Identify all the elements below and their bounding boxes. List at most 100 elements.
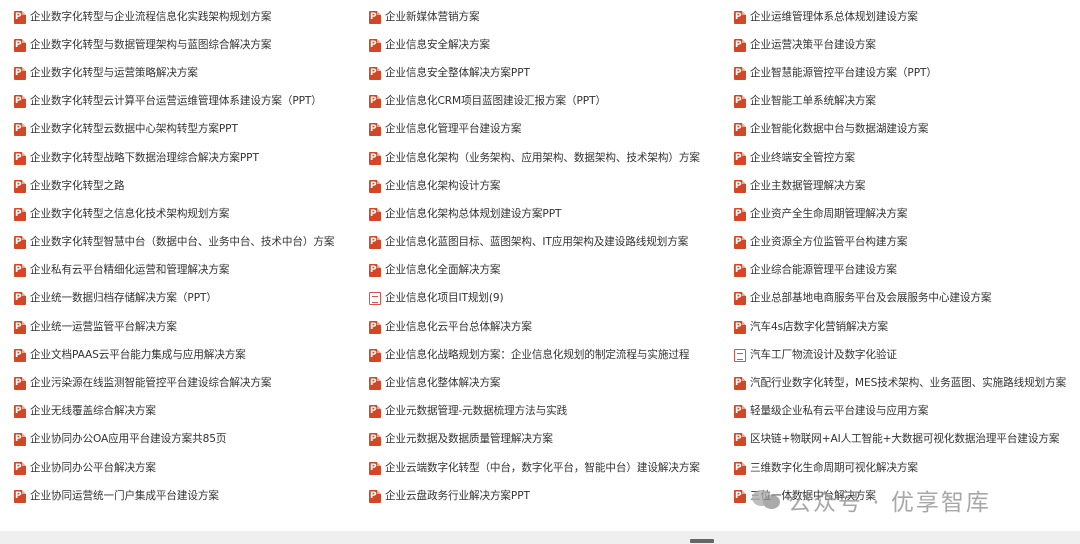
file-name: 企业协同运营统一门户集成平台建设方案: [30, 489, 219, 502]
ppt-file-icon: [369, 38, 381, 52]
file-item[interactable]: 企业数字化转型与运营策略解决方案: [14, 59, 364, 87]
file-item[interactable]: 企业数字化转型云计算平台运营运维管理体系建设方案（PPT）: [14, 88, 364, 116]
ppt-file-icon: [734, 95, 746, 109]
ppt-file-icon: [369, 66, 381, 80]
file-name: 企业资产全生命周期管理解决方案: [750, 207, 908, 220]
file-name: 企业信息化战略规划方案：企业信息化规划的制定流程与实施过程: [385, 348, 690, 361]
file-item[interactable]: 企业统一运营监管平台解决方案: [14, 313, 364, 341]
scroll-handle[interactable]: [690, 539, 714, 543]
file-item[interactable]: 企业污染源在线监测智能管控平台建设综合解决方案: [14, 369, 364, 397]
file-column-2: 企业新媒体营销方案企业信息安全解决方案企业信息安全整体解决方案PPT 企业信息化C…: [369, 3, 729, 510]
file-item[interactable]: 企业信息化架构（业务架构、应用架构、数据架构、技术架构）方案: [369, 144, 729, 172]
file-item[interactable]: 企业统一数据归档存储解决方案（PPT）: [14, 285, 364, 313]
file-item[interactable]: 企业信息化战略规划方案：企业信息化规划的制定流程与实施过程: [369, 341, 729, 369]
file-item[interactable]: 企业协同办公OA应用平台建设方案共85页: [14, 426, 364, 454]
file-name: 企业数字化转型云计算平台运营运维管理体系建设方案（PPT）: [30, 95, 322, 108]
ppt-file-icon: [14, 348, 26, 362]
ppt-file-icon: [14, 377, 26, 391]
file-name: 企业元数据管理-元数据梳理方法与实践: [385, 405, 568, 418]
ppt-file-icon: [14, 433, 26, 447]
file-item[interactable]: 企业协同办公平台解决方案: [14, 454, 364, 482]
file-list: 企业数字化转型与企业流程信息化实践架构规划方案企业数字化转型与数据管理架构与蓝图…: [0, 0, 1080, 520]
file-item[interactable]: 企业文档PAAS云平台能力集成与应用解决方案: [14, 341, 364, 369]
file-name: 企业信息化架构总体规划建设方案PPT: [385, 207, 562, 220]
file-item[interactable]: 汽车工厂物流设计及数字化验证: [734, 341, 1074, 369]
file-item[interactable]: 企业主数据管理解决方案: [734, 172, 1074, 200]
file-name: 企业协同办公平台解决方案: [30, 461, 156, 474]
ppt-file-icon: [734, 236, 746, 250]
file-item[interactable]: 企业云端数字化转型（中台，数字化平台，智能中台）建设解决方案: [369, 454, 729, 482]
file-item[interactable]: 企业信息化蓝图目标、蓝图架构、IT应用架构及建设路线规划方案: [369, 229, 729, 257]
file-item[interactable]: 企业终端安全管控方案: [734, 144, 1074, 172]
file-name: 企业信息化架构（业务架构、应用架构、数据架构、技术架构）方案: [385, 151, 700, 164]
ppt-file-icon: [369, 405, 381, 419]
file-item[interactable]: 企业数字化转型之路: [14, 172, 364, 200]
file-name: 企业新媒体营销方案: [385, 10, 480, 23]
file-item[interactable]: 企业云盘政务行业解决方案PPT: [369, 482, 729, 510]
file-name: 企业数字化转型与运营策略解决方案: [30, 66, 198, 79]
file-item[interactable]: 企业信息化云平台总体解决方案: [369, 313, 729, 341]
file-item[interactable]: 区块链+物联网+AI人工智能+大数据可视化数据治理平台建设方案: [734, 426, 1074, 454]
ppt-file-icon: [369, 151, 381, 165]
file-name: 企业元数据及数据质量管理解决方案: [385, 433, 553, 446]
file-name: 企业统一数据归档存储解决方案（PPT）: [30, 292, 217, 305]
file-item[interactable]: 企业数字化转型战略下数据治理综合解决方案PPT: [14, 144, 364, 172]
file-column-3: 企业运维管理体系总体规划建设方案企业运营决策平台建设方案企业智慧能源管控平台建设…: [734, 3, 1074, 510]
file-item[interactable]: 企业私有云平台精细化运营和管理解决方案: [14, 257, 364, 285]
file-name: 企业综合能源管理平台建设方案: [750, 264, 897, 277]
file-item[interactable]: 企业信息化架构总体规划建设方案PPT: [369, 200, 729, 228]
file-name: 企业智能工单系统解决方案: [750, 95, 876, 108]
file-item[interactable]: 企业数字化转型云数据中心架构转型方案PPT: [14, 116, 364, 144]
file-item[interactable]: 企业元数据管理-元数据梳理方法与实践: [369, 398, 729, 426]
file-item[interactable]: 企业无线覆盖综合解决方案: [14, 398, 364, 426]
file-item[interactable]: 企业资源全方位监管平台构建方案: [734, 229, 1074, 257]
file-item[interactable]: 企业智能化数据中台与数据湖建设方案: [734, 116, 1074, 144]
file-item[interactable]: 企业智能工单系统解决方案: [734, 88, 1074, 116]
ppt-file-icon: [734, 179, 746, 193]
ppt-file-icon: [734, 320, 746, 334]
file-item[interactable]: 三维数字化生命周期可视化解决方案: [734, 454, 1074, 482]
file-item[interactable]: 企业元数据及数据质量管理解决方案: [369, 426, 729, 454]
file-item[interactable]: 企业信息安全解决方案: [369, 31, 729, 59]
file-item[interactable]: 企业信息化架构设计方案: [369, 172, 729, 200]
file-item[interactable]: 企业智慧能源管控平台建设方案（PPT）: [734, 59, 1074, 87]
file-item[interactable]: 企业信息化管理平台建设方案: [369, 116, 729, 144]
file-item[interactable]: 企业数字化转型智慧中台（数据中台、业务中台、技术中台）方案: [14, 229, 364, 257]
file-item[interactable]: 企业综合能源管理平台建设方案: [734, 257, 1074, 285]
file-item[interactable]: 企业信息化整体解决方案: [369, 369, 729, 397]
file-item[interactable]: 企业新媒体营销方案: [369, 3, 729, 31]
file-item[interactable]: 企业资产全生命周期管理解决方案: [734, 200, 1074, 228]
file-item[interactable]: 企业运维管理体系总体规划建设方案: [734, 3, 1074, 31]
file-item[interactable]: 企业信息化项目IT规划(9): [369, 285, 729, 313]
file-item[interactable]: 企业协同运营统一门户集成平台建设方案: [14, 482, 364, 510]
ppt-file-icon: [369, 348, 381, 362]
file-name: 企业无线覆盖综合解决方案: [30, 405, 156, 418]
file-name: 汽车工厂物流设计及数字化验证: [750, 348, 897, 361]
ppt-file-icon: [14, 405, 26, 419]
file-name: 企业信息化项目IT规划(9): [385, 292, 504, 305]
ppt-file-icon: [14, 151, 26, 165]
file-item[interactable]: 企业信息化全面解决方案: [369, 257, 729, 285]
file-name: 企业污染源在线监测智能管控平台建设综合解决方案: [30, 377, 272, 390]
file-item[interactable]: 企业信息安全整体解决方案PPT: [369, 59, 729, 87]
file-item[interactable]: 企业信息化CRM项目蓝图建设汇报方案（PPT）: [369, 88, 729, 116]
ppt-file-icon: [14, 207, 26, 221]
ppt-file-icon: [734, 10, 746, 24]
file-item[interactable]: 轻量级企业私有云平台建设与应用方案: [734, 398, 1074, 426]
file-name: 企业数字化转型智慧中台（数据中台、业务中台、技术中台）方案: [30, 236, 335, 249]
file-name: 企业信息化全面解决方案: [385, 264, 501, 277]
file-name: 企业数字化转型之信息化技术架构规划方案: [30, 207, 230, 220]
ppt-file-icon: [734, 489, 746, 503]
file-item[interactable]: 企业数字化转型之信息化技术架构规划方案: [14, 200, 364, 228]
file-item[interactable]: 汽车4s店数字化营销解决方案: [734, 313, 1074, 341]
file-item[interactable]: 企业数字化转型与企业流程信息化实践架构规划方案: [14, 3, 364, 31]
ppt-file-icon: [14, 123, 26, 137]
ppt-file-icon: [14, 461, 26, 475]
ppt-file-icon: [369, 264, 381, 278]
file-item[interactable]: 企业运营决策平台建设方案: [734, 31, 1074, 59]
file-item[interactable]: 汽配行业数字化转型，MES技术架构、业务蓝图、实施路线规划方案: [734, 369, 1074, 397]
ppt-file-icon: [14, 38, 26, 52]
file-item[interactable]: 企业总部基地电商服务平台及会展服务中心建设方案: [734, 285, 1074, 313]
file-item[interactable]: 企业数字化转型与数据管理架构与蓝图综合解决方案: [14, 31, 364, 59]
file-name: 企业数字化转型与企业流程信息化实践架构规划方案: [30, 10, 272, 23]
